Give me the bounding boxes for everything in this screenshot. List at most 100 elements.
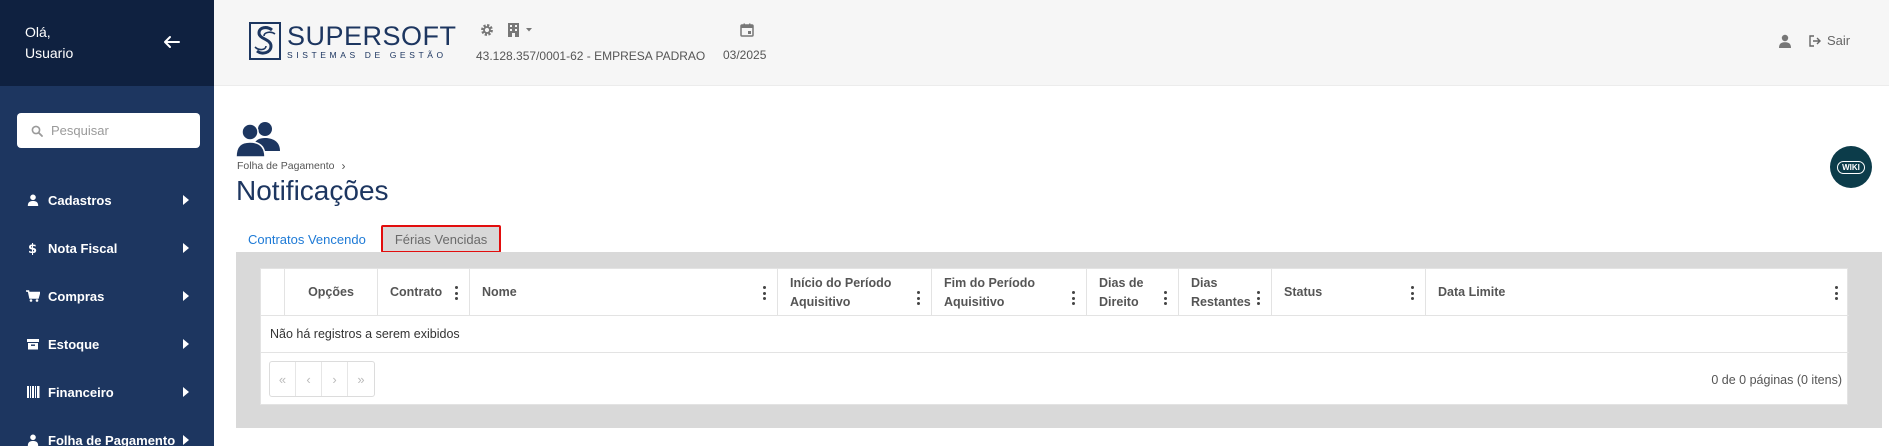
tab-ferias-vencidas[interactable]: Férias Vencidas [380, 225, 502, 253]
building-icon [508, 23, 519, 37]
column-label: Dias de Direito [1099, 275, 1144, 309]
sidebar-item-nota-fiscal[interactable]: $ Nota Fiscal [0, 224, 214, 272]
tab-bar: Contratos Vencendo Férias Vencidas [236, 224, 502, 254]
data-grid: Opções Contrato Nome Início do Período Aq… [260, 268, 1849, 405]
user-greeting: Olá, Usuario [25, 22, 73, 64]
building-dropdown[interactable] [508, 23, 538, 37]
column-status[interactable]: Status [1271, 269, 1425, 316]
column-inicio-periodo[interactable]: Início do Período Aquisitivo [777, 269, 931, 316]
logout-label: Sair [1827, 33, 1851, 48]
company-name[interactable]: 43.128.357/0001-62 - EMPRESA PADRAO [476, 49, 705, 63]
empty-message: Não há registros a serem exibidos [270, 327, 460, 341]
tab-panel: Opções Contrato Nome Início do Período Aq… [236, 252, 1882, 428]
logo-text: SUPERSOFT SISTEMAS DE GESTÃO [287, 22, 457, 61]
logo-mark-icon [249, 22, 281, 60]
sidebar-item-folha-de-pagamento[interactable]: Folha de Pagamento [0, 416, 214, 446]
grid-header: Opções Contrato Nome Início do Período Aq… [261, 269, 1849, 316]
arrow-left-icon[interactable] [162, 32, 182, 52]
gear-icon[interactable] [480, 23, 494, 37]
app: Olá, Usuario Cadastros [0, 0, 1889, 446]
last-page-button[interactable]: » [348, 362, 374, 396]
column-fim-periodo[interactable]: Fim do Período Aquisitivo [931, 269, 1086, 316]
caret-down-icon [526, 28, 532, 32]
caret-right-icon [183, 339, 189, 349]
grid-selector-column [261, 269, 284, 316]
column-menu-icon[interactable] [1164, 291, 1168, 305]
supersoft-logo[interactable]: SUPERSOFT SISTEMAS DE GESTÃO [249, 22, 457, 61]
user-icon [26, 433, 40, 446]
next-page-button[interactable]: › [322, 362, 348, 396]
wiki-button[interactable]: WIKI [1830, 146, 1872, 188]
search-input[interactable] [51, 123, 191, 138]
search-box[interactable] [17, 113, 200, 148]
column-dias-restantes[interactable]: Dias Restantes [1178, 269, 1271, 316]
column-nome[interactable]: Nome [469, 269, 777, 316]
column-label: Fim do Período Aquisitivo [944, 275, 1035, 309]
column-label: Status [1284, 285, 1323, 299]
sidebar-item-label: Financeiro [48, 384, 114, 400]
column-menu-icon[interactable] [1257, 291, 1261, 305]
chevron-right-icon: › [341, 159, 346, 173]
column-label: Nome [482, 285, 517, 299]
breadcrumb: Folha de Pagamento › [237, 159, 345, 173]
column-menu-icon[interactable] [1072, 291, 1076, 305]
sidebar-item-compras[interactable]: Compras [0, 272, 214, 320]
barcode-icon [26, 385, 40, 399]
column-dias-direito[interactable]: Dias de Direito [1086, 269, 1178, 316]
top-header: SUPERSOFT SISTEMAS DE GESTÃO 43.128.357/… [214, 0, 1889, 86]
prev-page-button[interactable]: ‹ [296, 362, 322, 396]
column-menu-icon[interactable] [763, 286, 767, 300]
sidebar: Olá, Usuario Cadastros [0, 0, 214, 446]
caret-right-icon [183, 435, 189, 445]
search-icon [31, 125, 43, 137]
column-menu-icon[interactable] [1835, 286, 1839, 300]
logo-subtitle: SISTEMAS DE GESTÃO [287, 50, 447, 60]
cart-icon [26, 289, 40, 303]
sidebar-item-financeiro[interactable]: Financeiro [0, 368, 214, 416]
column-label: Data Limite [1438, 285, 1506, 299]
header-tools [480, 23, 552, 37]
logout-button[interactable]: Sair [1808, 33, 1850, 48]
dollar-icon: $ [26, 241, 40, 255]
column-contrato[interactable]: Contrato [377, 269, 469, 316]
logo-name: SUPERSOFT [287, 21, 457, 51]
column-label: Opções [308, 285, 354, 299]
first-page-button[interactable]: « [270, 362, 296, 396]
sidebar-item-estoque[interactable]: Estoque [0, 320, 214, 368]
sidebar-item-cadastros[interactable]: Cadastros [0, 176, 214, 224]
user-icon [26, 193, 40, 207]
sidebar-item-label: Folha de Pagamento [48, 432, 176, 446]
sidebar-item-label: Cadastros [48, 192, 112, 208]
user-icon[interactable] [1778, 34, 1792, 48]
column-data-limite[interactable]: Data Limite [1425, 269, 1849, 316]
grid-footer: « ‹ › » 0 de 0 páginas (0 itens) [261, 352, 1849, 405]
column-label: Dias Restantes [1191, 275, 1251, 309]
calendar-icon[interactable] [740, 23, 754, 37]
svg-text:$: $ [28, 242, 37, 255]
sidebar-menu: Cadastros $ Nota Fiscal Compras Estoque … [0, 176, 214, 446]
box-icon [26, 337, 40, 351]
page-title: Notificações [236, 175, 389, 206]
column-menu-icon[interactable] [917, 291, 921, 305]
caret-right-icon [183, 387, 189, 397]
caret-right-icon [183, 291, 189, 301]
column-opcoes[interactable]: Opções [284, 269, 377, 316]
column-label: Início do Período Aquisitivo [790, 275, 892, 309]
column-menu-icon[interactable] [1411, 286, 1415, 300]
column-label: Contrato [390, 285, 443, 299]
pagination: « ‹ › » [269, 361, 375, 397]
caret-right-icon [183, 243, 189, 253]
column-menu-icon[interactable] [455, 286, 459, 300]
users-icon [236, 122, 280, 157]
sidebar-header: Olá, Usuario [0, 0, 214, 86]
greeting-user-name: Usuario [25, 45, 74, 61]
greeting-line1: Olá, [25, 24, 51, 40]
sign-out-icon [1809, 34, 1821, 47]
caret-right-icon [183, 195, 189, 205]
sidebar-item-label: Nota Fiscal [48, 240, 118, 256]
sidebar-item-label: Compras [48, 288, 105, 304]
period-label[interactable]: 03/2025 [723, 48, 766, 62]
page-info: 0 de 0 páginas (0 itens) [1711, 373, 1842, 387]
tab-contratos-vencendo[interactable]: Contratos Vencendo [236, 225, 378, 253]
breadcrumb-item[interactable]: Folha de Pagamento [237, 160, 334, 172]
